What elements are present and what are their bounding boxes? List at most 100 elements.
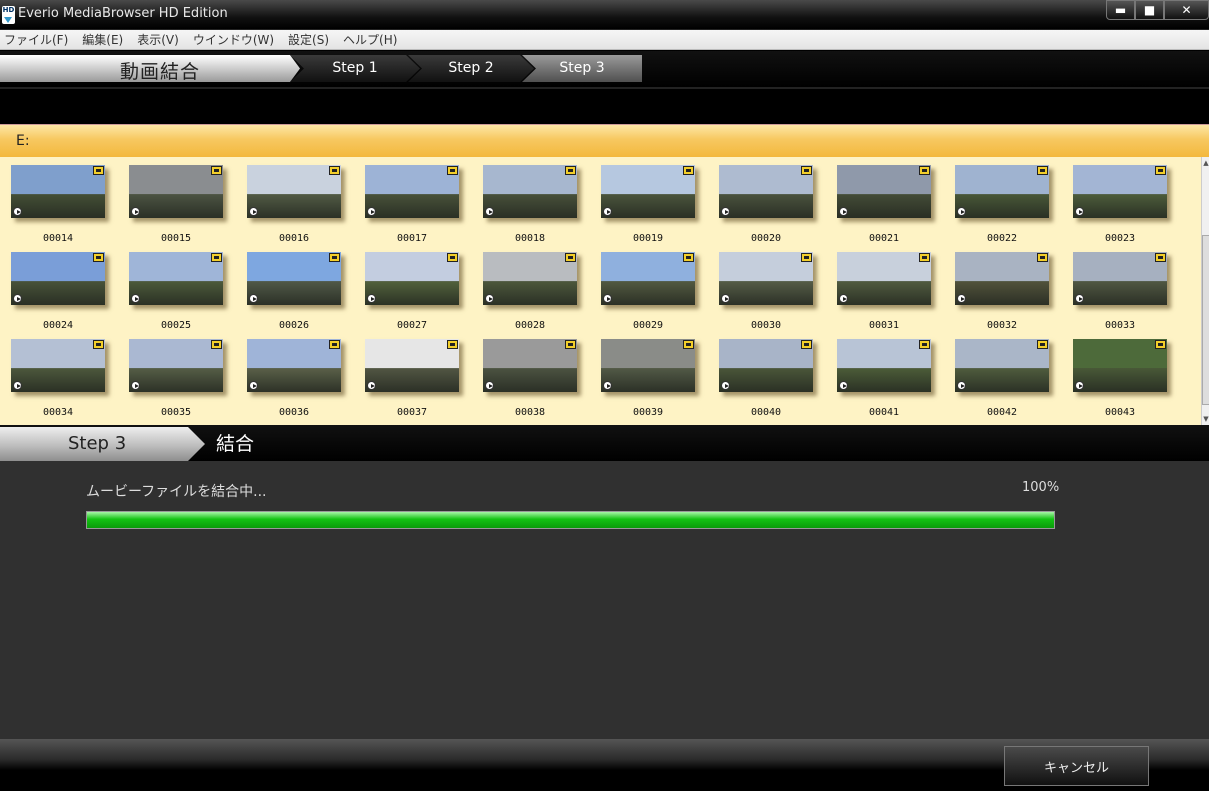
- play-icon[interactable]: [721, 294, 730, 303]
- play-icon[interactable]: [839, 294, 848, 303]
- minimize-icon: ▬: [1114, 3, 1127, 17]
- menu-view[interactable]: 表示(V): [137, 31, 179, 48]
- close-button[interactable]: ✕: [1164, 0, 1209, 20]
- play-icon[interactable]: [603, 381, 612, 390]
- clip-thumbnail[interactable]: 00031: [837, 252, 937, 332]
- clip-thumbnail[interactable]: 00023: [1073, 165, 1173, 245]
- play-icon[interactable]: [721, 207, 730, 216]
- clip-thumbnail[interactable]: 00030: [719, 252, 819, 332]
- play-icon[interactable]: [485, 381, 494, 390]
- clip-thumbnail[interactable]: 00039: [601, 339, 701, 419]
- film-icon: [211, 166, 222, 175]
- menu-file[interactable]: ファイル(F): [4, 31, 68, 48]
- step-3-tab[interactable]: Step 3: [522, 55, 642, 82]
- clip-thumbnail[interactable]: 00036: [247, 339, 347, 419]
- menu-settings[interactable]: 設定(S): [288, 31, 329, 48]
- play-icon[interactable]: [367, 207, 376, 216]
- clip-thumbnail[interactable]: 00029: [601, 252, 701, 332]
- film-icon: [683, 253, 694, 262]
- menu-window[interactable]: ウインドウ(W): [193, 31, 274, 48]
- clip-thumbnail[interactable]: 00015: [129, 165, 229, 245]
- scroll-thumb[interactable]: [1202, 235, 1209, 405]
- play-icon[interactable]: [603, 207, 612, 216]
- maximize-button[interactable]: ■: [1135, 0, 1164, 20]
- clip-thumbnail[interactable]: 00018: [483, 165, 583, 245]
- play-icon[interactable]: [485, 294, 494, 303]
- play-icon[interactable]: [13, 381, 22, 390]
- clip-thumbnail[interactable]: 00041: [837, 339, 937, 419]
- play-icon[interactable]: [1075, 381, 1084, 390]
- clip-thumbnail[interactable]: 00032: [955, 252, 1055, 332]
- play-icon[interactable]: [13, 207, 22, 216]
- play-icon[interactable]: [1075, 207, 1084, 216]
- clip-thumbnail[interactable]: 00022: [955, 165, 1055, 245]
- play-icon[interactable]: [367, 381, 376, 390]
- play-icon[interactable]: [839, 381, 848, 390]
- clip-preview: [1073, 165, 1167, 218]
- clip-thumbnail[interactable]: 00027: [365, 252, 465, 332]
- play-icon[interactable]: [249, 207, 258, 216]
- clip-name: 00022: [986, 233, 1018, 244]
- step-1-tab[interactable]: Step 1: [290, 55, 420, 82]
- clip-preview: [483, 339, 577, 392]
- clip-thumbnail[interactable]: 00024: [11, 252, 111, 332]
- play-icon[interactable]: [485, 207, 494, 216]
- clip-thumbnail[interactable]: 00019: [601, 165, 701, 245]
- clip-thumbnail[interactable]: 00020: [719, 165, 819, 245]
- bottom-bar: キャンセル: [0, 739, 1209, 791]
- play-icon[interactable]: [957, 207, 966, 216]
- play-icon[interactable]: [249, 381, 258, 390]
- menu-help[interactable]: ヘルプ(H): [343, 31, 397, 48]
- clip-thumbnail[interactable]: 00034: [11, 339, 111, 419]
- clip-thumbnail[interactable]: 00017: [365, 165, 465, 245]
- grid-scrollbar[interactable]: ▲ ▼: [1201, 157, 1209, 425]
- play-icon[interactable]: [957, 381, 966, 390]
- film-icon: [211, 340, 222, 349]
- clip-name: 00041: [868, 407, 900, 418]
- clip-thumbnail[interactable]: 00035: [129, 339, 229, 419]
- clip-preview: [1073, 252, 1167, 305]
- scroll-up-icon[interactable]: ▲: [1202, 159, 1209, 167]
- clip-thumbnail[interactable]: 00025: [129, 252, 229, 332]
- clip-thumbnail[interactable]: 00014: [11, 165, 111, 245]
- play-icon[interactable]: [839, 207, 848, 216]
- film-icon: [919, 253, 930, 262]
- clip-thumbnail[interactable]: 00033: [1073, 252, 1173, 332]
- play-icon[interactable]: [367, 294, 376, 303]
- clip-thumbnail[interactable]: 00043: [1073, 339, 1173, 419]
- film-icon: [329, 253, 340, 262]
- play-icon[interactable]: [131, 294, 140, 303]
- minimize-button[interactable]: ▬: [1106, 0, 1135, 20]
- scroll-down-icon[interactable]: ▼: [1202, 415, 1209, 423]
- play-icon[interactable]: [721, 381, 730, 390]
- clip-thumbnail[interactable]: 00026: [247, 252, 347, 332]
- clip-name: 00038: [514, 407, 546, 418]
- step-2-tab[interactable]: Step 2: [408, 55, 534, 82]
- clip-thumbnail[interactable]: 00042: [955, 339, 1055, 419]
- play-icon[interactable]: [1075, 294, 1084, 303]
- play-icon[interactable]: [957, 294, 966, 303]
- cancel-button[interactable]: キャンセル: [1004, 746, 1149, 786]
- play-icon[interactable]: [603, 294, 612, 303]
- clip-name: 00043: [1104, 407, 1136, 418]
- clip-name: 00028: [514, 320, 546, 331]
- clip-thumbnail[interactable]: 00021: [837, 165, 937, 245]
- clip-thumbnail[interactable]: 00038: [483, 339, 583, 419]
- clip-thumbnail[interactable]: 00040: [719, 339, 819, 419]
- clip-preview: [601, 252, 695, 305]
- film-icon: [1037, 166, 1048, 175]
- clip-thumbnail[interactable]: 00028: [483, 252, 583, 332]
- film-icon: [211, 253, 222, 262]
- play-icon[interactable]: [249, 294, 258, 303]
- clip-thumbnail[interactable]: 00016: [247, 165, 347, 245]
- play-icon[interactable]: [131, 381, 140, 390]
- path-bar: E:: [0, 124, 1209, 157]
- step3-label: 結合: [216, 433, 255, 455]
- clip-thumbnail[interactable]: 00037: [365, 339, 465, 419]
- play-icon[interactable]: [131, 207, 140, 216]
- clip-preview: [719, 252, 813, 305]
- menu-edit[interactable]: 編集(E): [82, 31, 123, 48]
- progress-fill: [87, 512, 1054, 528]
- progress-percent: 100%: [1022, 480, 1060, 495]
- play-icon[interactable]: [13, 294, 22, 303]
